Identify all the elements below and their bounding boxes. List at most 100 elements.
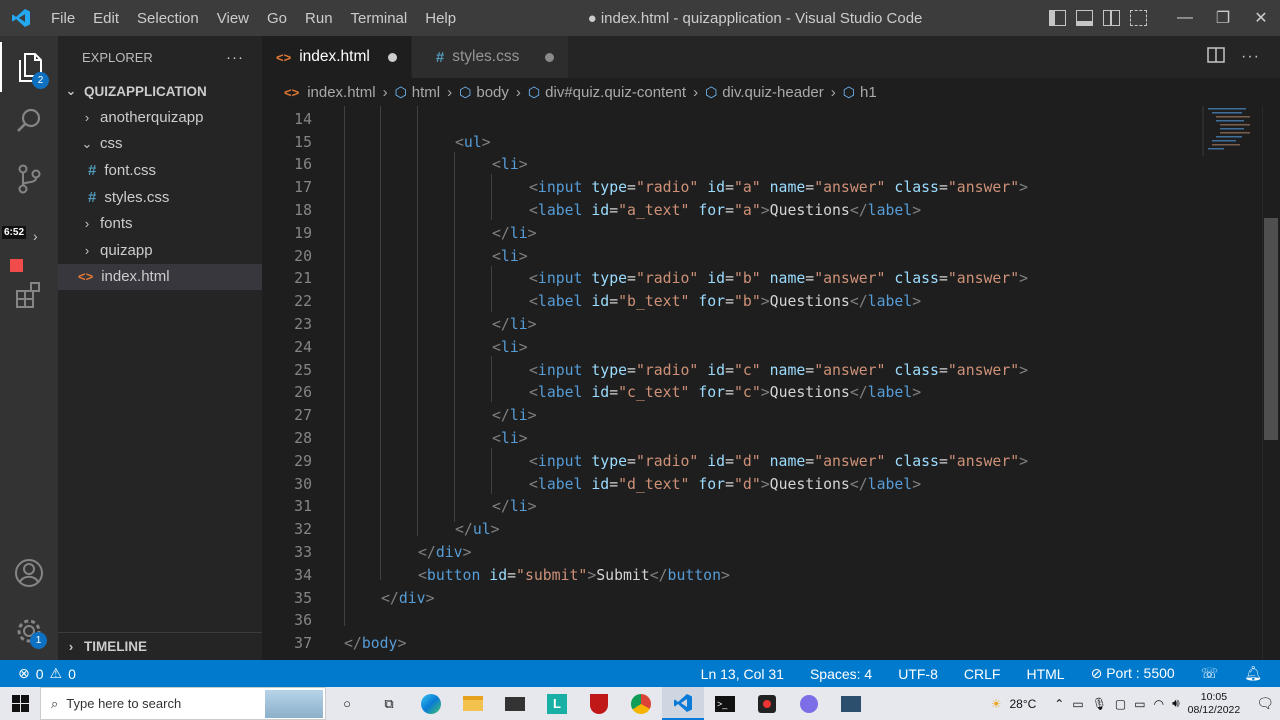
code-line[interactable]: 21 <input type="radio" id="b" name="answe… [262,268,1262,291]
code-line[interactable]: 28 <li> [262,427,1262,450]
task-view-icon[interactable]: ⧉ [368,687,410,720]
code-line[interactable]: 35 </div> [262,587,1262,610]
accounts-icon[interactable] [0,548,58,598]
volume-icon[interactable]: 🔊︎ [1172,696,1180,711]
code-line[interactable]: 32 </ul> [262,518,1262,541]
menu-view[interactable]: View [208,10,258,27]
more-actions-icon[interactable]: ··· [1241,48,1260,66]
problems-indicator[interactable]: ⊗ 0 ⚠ 0 [0,665,76,682]
terminal-icon[interactable]: >_ [704,687,746,720]
l-app-icon[interactable]: L [536,687,578,720]
code-line[interactable]: 18 <label id="a_text" for="a">Questions</… [262,199,1262,222]
search-icon[interactable] [0,96,58,146]
code-line[interactable]: 31 </li> [262,496,1262,519]
code-line[interactable]: 29 <input type="radio" id="d" name="answe… [262,450,1262,473]
tab-index-html[interactable]: <> index.html [262,36,412,78]
extensions-icon[interactable] [0,270,58,320]
edge-icon[interactable] [410,687,452,720]
workspace-folder[interactable]: ⌄ QUIZAPPLICATION [58,78,262,104]
code-line[interactable]: 14 [262,108,1262,131]
battery-icon[interactable]: ▭ [1134,697,1145,711]
menu-selection[interactable]: Selection [128,10,208,27]
scrollbar-thumb[interactable] [1264,218,1278,440]
file-explorer-icon[interactable] [452,687,494,720]
display-icon[interactable]: ▢ [1115,697,1126,711]
tray-app-icon[interactable]: ▭ [1072,697,1083,711]
code-line[interactable]: 16 <li> [262,154,1262,177]
unsaved-dot-icon[interactable] [387,52,397,62]
toggle-secondary-sidebar-icon[interactable] [1103,10,1120,26]
toggle-panel-icon[interactable] [1076,10,1093,26]
source-control-icon[interactable] [0,154,58,204]
breadcrumb-item[interactable]: ⬡ div#quiz.quiz-content [528,84,686,101]
wifi-icon[interactable]: ◠ [1154,697,1164,711]
code-line[interactable]: 15 <ul> [262,131,1262,154]
customize-layout-icon[interactable] [1130,10,1147,26]
breadcrumb-item[interactable]: ⬡ h1 [843,84,877,101]
recorder-icon[interactable] [746,687,788,720]
manage-gear-icon[interactable]: 1 [0,606,58,656]
windows-start-icon[interactable] [12,695,29,715]
live-server-port[interactable]: ⊘ Port : 5500 [1091,665,1175,682]
settings-app-icon[interactable] [788,687,830,720]
code-line[interactable]: 30 <label id="d_text" for="d">Questions</… [262,473,1262,496]
encoding[interactable]: UTF-8 [898,666,938,682]
microphone-icon[interactable]: 🎙︎ [1092,697,1107,711]
vscode-logo-icon[interactable] [0,0,42,36]
split-editor-icon[interactable] [1207,46,1225,68]
mcafee-icon[interactable] [578,687,620,720]
minimize-button[interactable]: — [1166,9,1204,27]
code-line[interactable]: 20 <li> [262,245,1262,268]
feedback-icon[interactable]: ☏ [1201,665,1219,682]
code-line[interactable]: 37 </body> [262,632,1262,655]
indentation[interactable]: Spaces: 4 [810,666,872,682]
chrome-icon[interactable] [620,687,662,720]
code-line[interactable]: 27 </li> [262,404,1262,427]
clock[interactable]: 10:05 08/12/2022 [1188,691,1241,717]
app-icon[interactable] [830,687,872,720]
weather-icon[interactable]: ☀ [991,697,1002,711]
vscode-taskbar-icon[interactable] [662,687,704,720]
notifications-bell-icon[interactable]: 🔔︎ [1244,665,1262,682]
breadcrumb-item[interactable]: ⬡ body [459,84,509,101]
explorer-icon[interactable]: 2 [0,42,58,92]
run-debug-chevron-icon[interactable]: › [33,228,38,244]
menu-edit[interactable]: Edit [84,10,128,27]
breadcrumb-item[interactable]: ⬡ html [395,84,441,101]
code-line[interactable]: 22 <label id="b_text" for="b">Questions</… [262,290,1262,313]
language-mode[interactable]: HTML [1026,666,1064,682]
menu-help[interactable]: Help [416,10,465,27]
unsaved-dot-icon[interactable] [545,52,555,62]
explorer-more-button[interactable]: ··· [226,49,244,66]
tree-item-styles-css[interactable]: # styles.css [58,184,262,211]
code-line[interactable]: 25 <input type="radio" id="c" name="answe… [262,359,1262,382]
weather-temp[interactable]: 28°C [1009,697,1036,711]
tab-styles-css[interactable]: # styles.css [411,36,570,78]
menu-file[interactable]: File [42,10,84,27]
restore-button[interactable]: ❐ [1204,8,1242,28]
breadcrumb-item[interactable]: <> index.html [284,84,376,101]
code-line[interactable]: 26 <label id="c_text" for="c">Questions</… [262,382,1262,405]
toggle-primary-sidebar-icon[interactable] [1049,10,1066,26]
code-editor[interactable]: 14 15 <ul> 16 <li> 17 <input type="radio" id="… [262,106,1262,660]
tree-item-anotherquizapp[interactable]: › anotherquizapp [58,104,262,131]
tree-item-css[interactable]: ⌄ css [58,131,262,158]
code-line[interactable]: 17 <input type="radio" id="a" name="answe… [262,176,1262,199]
timeline-section[interactable]: › TIMELINE [58,632,262,660]
code-line[interactable]: 33 </div> [262,541,1262,564]
code-line[interactable]: 23 </li> [262,313,1262,336]
cortana-icon[interactable]: ○ [326,687,368,720]
show-hidden-icons-icon[interactable]: ⌃ [1054,697,1064,711]
tree-item-fonts[interactable]: › fonts [58,210,262,237]
tree-item-index-html[interactable]: <> index.html [58,263,262,291]
code-line[interactable]: 19 </li> [262,222,1262,245]
tree-item-font-css[interactable]: # font.css [58,157,262,184]
line-ending[interactable]: CRLF [964,666,1001,682]
breadcrumb-item[interactable]: ⬡ div.quiz-header [705,84,824,101]
menu-go[interactable]: Go [258,10,296,27]
close-button[interactable]: ✕ [1242,8,1280,28]
cursor-position[interactable]: Ln 13, Col 31 [701,666,784,682]
code-line[interactable]: 24 <li> [262,336,1262,359]
taskbar-search[interactable]: ⌕ Type here to search [40,687,326,720]
mail-icon[interactable] [494,687,536,720]
